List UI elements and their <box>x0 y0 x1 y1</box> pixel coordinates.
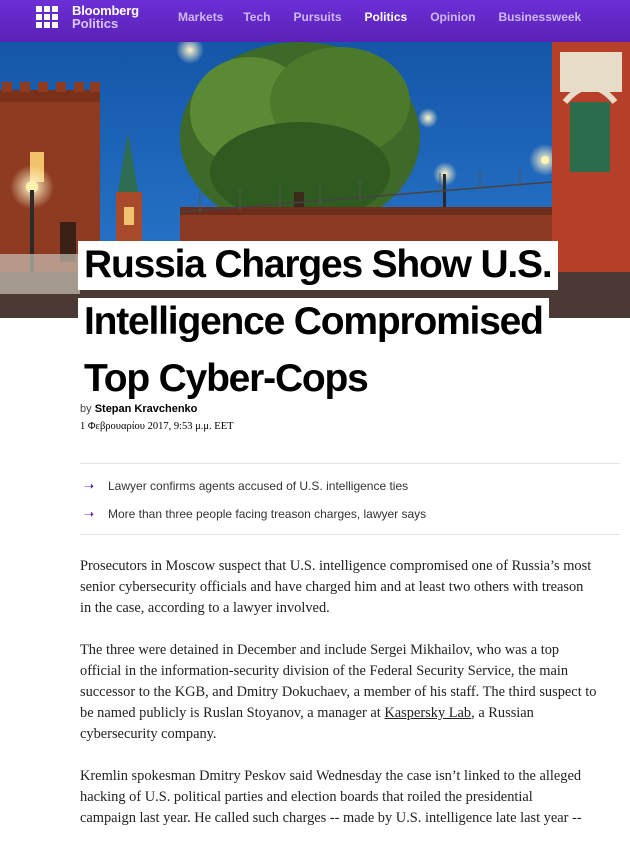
article-paragraph-1: Prosecutors in Moscow suspect that U.S. … <box>80 556 630 619</box>
headline-line-1: Russia Charges Show U.S. <box>78 241 558 290</box>
article-summary: ➝ Lawyer confirms agents accused of U.S.… <box>80 463 620 535</box>
article-paragraph-2: The three were detained in December and … <box>80 640 630 745</box>
publish-date: 1 Φεβρουαρίου 2017, 9:53 μ.μ. EET <box>80 421 234 432</box>
app-grid-icon[interactable] <box>36 6 58 28</box>
headline-line-3: Top Cyber-Cops <box>78 355 374 404</box>
article-headline: Russia Charges Show U.S. Intelligence Co… <box>78 236 630 407</box>
arrow-right-icon: ➝ <box>84 479 95 493</box>
byline: by Stepan Kravchenko <box>80 403 197 415</box>
paragraph-text: , a Russian <box>471 705 534 721</box>
paragraph-line: Prosecutors in Moscow suspect that U.S. … <box>80 558 592 574</box>
summary-item-text: More than three people facing treason ch… <box>108 507 427 521</box>
paragraph-text: be named publicly is Ruslan Stoyanov, a … <box>80 705 385 721</box>
brand-section: Politics <box>72 16 119 31</box>
nav-item-markets[interactable]: Markets <box>178 10 223 24</box>
paragraph-line: Kremlin spokesman Dmitry Peskov said Wed… <box>80 768 582 784</box>
article-paragraph-3: Kremlin spokesman Dmitry Peskov said Wed… <box>80 766 630 829</box>
nav-item-pursuits[interactable]: Pursuits <box>293 10 341 24</box>
nav-item-tech[interactable]: Tech <box>243 10 270 24</box>
paragraph-line: be named publicly is Ruslan Stoyanov, a … <box>80 703 630 724</box>
author-link[interactable]: Stepan Kravchenko <box>95 403 198 415</box>
bloomberg-politics-logo[interactable]: Bloomberg Politics <box>72 4 139 30</box>
paragraph-line: campaign last year. He called such charg… <box>80 810 582 826</box>
arrow-right-icon: ➝ <box>84 507 95 521</box>
byline-prefix: by <box>80 403 92 415</box>
nav-item-politics[interactable]: Politics <box>365 10 408 24</box>
summary-item: ➝ More than three people facing treason … <box>80 500 620 528</box>
article-body: Prosecutors in Moscow suspect that U.S. … <box>80 556 630 850</box>
summary-item-text: Lawyer confirms agents accused of U.S. i… <box>108 479 409 493</box>
paragraph-line: successor to the KGB, and Dmitry Dokucha… <box>80 684 597 700</box>
paragraph-line: cybersecurity company. <box>80 726 217 742</box>
nav-item-businessweek[interactable]: Businessweek <box>499 10 582 24</box>
paragraph-line: The three were detained in December and … <box>80 642 560 658</box>
summary-item: ➝ Lawyer confirms agents accused of U.S.… <box>80 472 620 500</box>
paragraph-line: official in the information-security div… <box>80 663 569 679</box>
paragraph-line: senior cybersecurity officials and have … <box>80 579 584 595</box>
paragraph-line: in the case, according to a lawyer invol… <box>80 600 330 616</box>
headline-line-2: Intelligence Compromised <box>78 298 549 347</box>
top-navigation-bar: Bloomberg Politics Markets Tech Pursuits… <box>0 0 630 42</box>
nav-item-opinion[interactable]: Opinion <box>430 10 475 24</box>
section-nav: Markets Tech Pursuits Politics Opinion B… <box>178 10 581 24</box>
paragraph-line: hacking of U.S. political parties and el… <box>80 789 533 805</box>
kaspersky-lab-link[interactable]: Kaspersky Lab <box>384 705 471 721</box>
